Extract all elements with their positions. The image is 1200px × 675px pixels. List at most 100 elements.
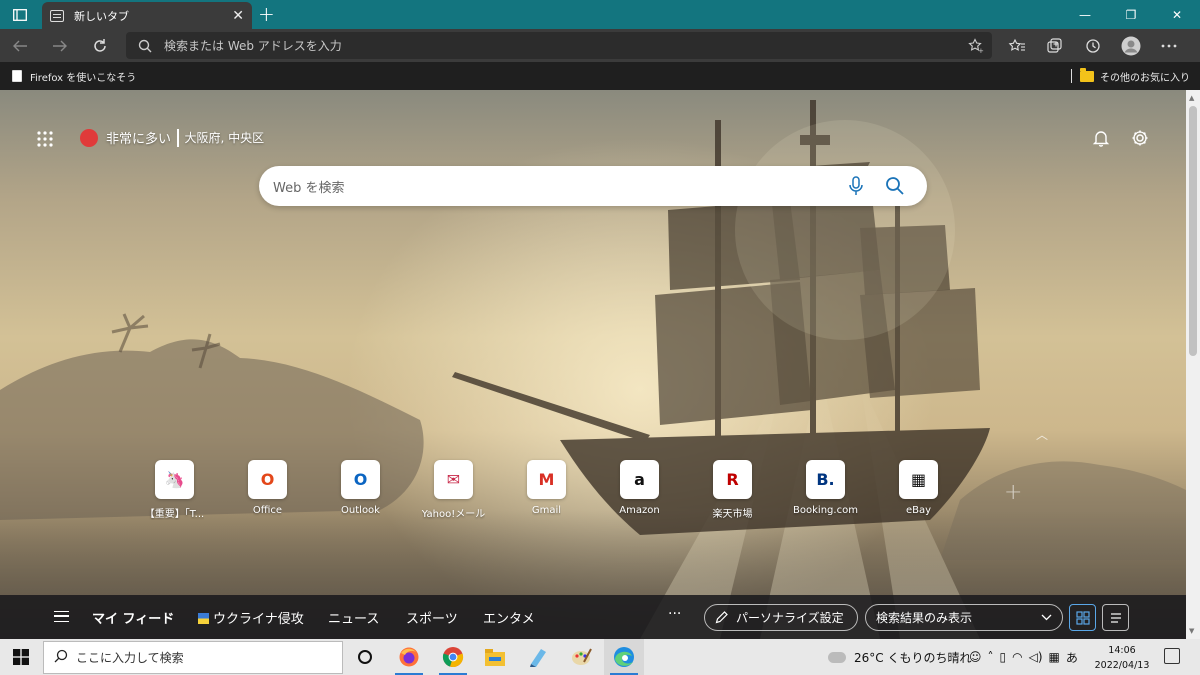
cortana-icon bbox=[358, 650, 372, 664]
favorites-button[interactable] bbox=[998, 29, 1036, 62]
tab-title: 新しいタブ bbox=[74, 9, 129, 23]
close-window-button[interactable]: ✕ bbox=[1154, 0, 1200, 29]
search-icon[interactable] bbox=[885, 176, 905, 196]
dropdown-value: 検索結果のみ表示 bbox=[876, 611, 973, 625]
quick-link-tile[interactable]: ✉ Yahoo!メール bbox=[407, 460, 500, 520]
scrollbar-thumb[interactable] bbox=[1189, 106, 1197, 356]
quick-link-tile[interactable]: 🦄 【重要】「T... bbox=[128, 460, 221, 520]
tab-news[interactable]: ニュース bbox=[328, 608, 379, 627]
apps-launcher-button[interactable] bbox=[36, 130, 54, 148]
favorites-bar: Firefox を使いこなそう その他のお気に入り bbox=[0, 62, 1200, 90]
page-settings-button[interactable] bbox=[1130, 128, 1150, 152]
firefox-icon bbox=[399, 647, 419, 667]
grid-view-button[interactable] bbox=[1069, 604, 1096, 631]
other-favorites-label: その他のお気に入り bbox=[1100, 72, 1190, 84]
microphone-icon[interactable] bbox=[847, 176, 865, 196]
web-search-box[interactable]: Web を検索 bbox=[259, 166, 927, 206]
navigation-bar: 検索または Web アドレスを入力 + bbox=[0, 29, 1200, 62]
minimize-button[interactable]: — bbox=[1062, 0, 1108, 29]
battery-icon[interactable]: ▯ bbox=[1000, 650, 1007, 664]
collections-button[interactable] bbox=[1036, 29, 1074, 62]
taskbar-paint-app[interactable] bbox=[561, 639, 601, 675]
chevron-up-icon[interactable]: ˄ bbox=[988, 650, 994, 664]
list-view-icon bbox=[1110, 612, 1121, 623]
clock[interactable]: 14:06 2022/04/13 bbox=[1092, 643, 1152, 673]
tab-sports[interactable]: スポーツ bbox=[406, 608, 458, 627]
forward-arrow-icon bbox=[53, 40, 67, 51]
quick-link-tile[interactable]: R 楽天市場 bbox=[686, 460, 779, 520]
favorite-link[interactable]: Firefox を使いこなそう bbox=[0, 69, 136, 84]
tab-entertainment[interactable]: エンタメ bbox=[483, 608, 535, 627]
divider bbox=[177, 128, 179, 147]
taskbar-file-explorer[interactable] bbox=[475, 639, 515, 675]
new-tab-button[interactable]: + bbox=[258, 4, 275, 24]
quick-link-label: 楽天市場 bbox=[712, 509, 753, 520]
quick-link-tile[interactable]: ▦ eBay bbox=[872, 460, 965, 520]
quick-link-tile[interactable]: B. Booking.com bbox=[779, 460, 872, 520]
wifi-icon[interactable]: ◠ bbox=[1012, 650, 1022, 664]
start-button[interactable] bbox=[0, 639, 42, 675]
back-arrow-icon bbox=[13, 40, 27, 51]
personalize-button[interactable]: パーソナライズ設定 bbox=[704, 604, 858, 631]
site-logo-icon: M bbox=[527, 460, 566, 499]
app-grid-icon bbox=[37, 131, 53, 147]
tab-actions-button[interactable] bbox=[0, 0, 40, 29]
taskbar-notepad-app[interactable] bbox=[518, 639, 558, 675]
weather-widget[interactable]: 非常に多い 大阪府, 中央区 bbox=[80, 128, 264, 147]
chevron-up-icon[interactable]: ︿ bbox=[1036, 426, 1048, 443]
add-quick-link-button[interactable]: + bbox=[1004, 480, 1022, 505]
site-logo-icon: R bbox=[713, 460, 752, 499]
back-button[interactable] bbox=[0, 29, 40, 62]
tab-new-tab[interactable]: 新しいタブ ✕ bbox=[42, 2, 252, 29]
refresh-button[interactable] bbox=[80, 29, 120, 62]
people-icon[interactable]: ☺ bbox=[969, 650, 982, 664]
taskbar-firefox[interactable] bbox=[389, 639, 429, 675]
restore-button[interactable]: ❐ bbox=[1108, 0, 1154, 29]
history-button[interactable] bbox=[1074, 29, 1112, 62]
feed-bar: マイ フィード ウクライナ侵攻 ニュース スポーツ エンタメ ··· パーソナラ… bbox=[0, 595, 1186, 639]
search-icon bbox=[54, 649, 68, 666]
quick-link-tile[interactable]: a Amazon bbox=[593, 460, 686, 520]
site-logo-icon: 🦄 bbox=[155, 460, 194, 499]
ime-indicator[interactable]: あ bbox=[1066, 649, 1078, 666]
tab-close-button[interactable]: ✕ bbox=[232, 9, 244, 23]
search-placeholder: Web を検索 bbox=[273, 180, 345, 196]
settings-menu-button[interactable] bbox=[1150, 29, 1188, 62]
pencil-icon bbox=[715, 611, 728, 624]
site-logo-icon: a bbox=[620, 460, 659, 499]
menu-icon[interactable] bbox=[54, 611, 69, 622]
system-tray: ☺ ˄ ▯ ◠ ◁) ▦ あ bbox=[966, 639, 1081, 675]
notifications-button[interactable] bbox=[1092, 129, 1110, 151]
quick-link-tile[interactable]: O Office bbox=[221, 460, 314, 520]
scroll-up-icon[interactable]: ▲ bbox=[1189, 94, 1194, 102]
taskbar-chrome[interactable] bbox=[433, 639, 473, 675]
grid-view-icon bbox=[1075, 610, 1090, 625]
content-visibility-dropdown[interactable]: 検索結果のみ表示 bbox=[865, 604, 1063, 631]
favorites-icon bbox=[1008, 38, 1025, 51]
keyboard-icon[interactable]: ▦ bbox=[1049, 650, 1060, 664]
tab-label: ウクライナ侵攻 bbox=[213, 612, 304, 627]
forward-button[interactable] bbox=[40, 29, 80, 62]
page-scrollbar[interactable]: ▲ ▼ bbox=[1186, 90, 1200, 639]
quick-link-tile[interactable]: O Outlook bbox=[314, 460, 407, 520]
scroll-down-icon[interactable]: ▼ bbox=[1189, 627, 1194, 635]
volume-icon[interactable]: ◁) bbox=[1029, 650, 1043, 664]
tab-ukraine[interactable]: ウクライナ侵攻 bbox=[198, 608, 304, 627]
address-bar[interactable]: 検索または Web アドレスを入力 + bbox=[126, 32, 992, 59]
cortana-button[interactable] bbox=[345, 639, 385, 675]
more-tabs-button[interactable]: ··· bbox=[668, 606, 681, 622]
page-icon bbox=[12, 70, 22, 82]
taskbar-search-box[interactable]: ここに入力して検索 bbox=[43, 641, 343, 674]
weather-tray[interactable]: 26°C くもりのち晴れ bbox=[828, 639, 971, 675]
notification-center-icon[interactable] bbox=[1164, 648, 1180, 664]
tray-weather-text: 26°C くもりのち晴れ bbox=[854, 650, 972, 665]
add-favorite-icon[interactable]: + bbox=[968, 37, 984, 54]
profile-button[interactable] bbox=[1112, 29, 1150, 62]
quick-link-tile[interactable]: M Gmail bbox=[500, 460, 593, 520]
tab-actions-icon bbox=[13, 8, 27, 21]
other-favorites-folder[interactable]: その他のお気に入り bbox=[1071, 62, 1190, 90]
tab-my-feed[interactable]: マイ フィード bbox=[92, 608, 174, 627]
quick-link-label: Amazon bbox=[619, 505, 660, 516]
taskbar-edge[interactable] bbox=[604, 639, 644, 675]
list-view-button[interactable] bbox=[1102, 604, 1129, 631]
